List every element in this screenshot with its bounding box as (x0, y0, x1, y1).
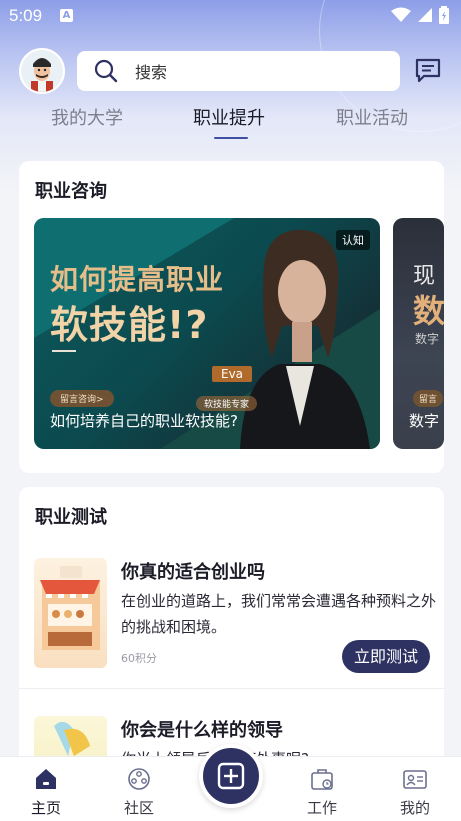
banner-headline-large: 数 (413, 292, 444, 330)
test-title: 你真的适合创业吗 (121, 562, 265, 583)
nav-community[interactable]: 社区 (104, 757, 174, 821)
expert-name: Eva (212, 366, 253, 382)
top-tabs: 我的大学 职业提升 职业活动 (0, 104, 461, 140)
avatar-icon (21, 50, 63, 92)
status-time: 5:09 (9, 6, 43, 25)
test-thumbnail (34, 558, 107, 668)
section-title-tests: 职业测试 (35, 507, 107, 528)
status-icons (391, 6, 449, 24)
test-points: 60积分 (121, 652, 157, 665)
consult-banner-next[interactable]: 现 数 数字 留言 数字 (393, 218, 444, 449)
message-button[interactable] (414, 56, 442, 84)
search-input[interactable]: 搜索 (135, 59, 167, 83)
avatar[interactable] (19, 48, 65, 94)
expert-photo (240, 229, 370, 449)
tab-career-activities[interactable]: 职业活动 (336, 104, 408, 130)
briefcase-icon (311, 769, 333, 790)
nav-label: 主页 (30, 799, 61, 817)
nav-home[interactable]: 主页 (11, 757, 81, 821)
consult-banner[interactable]: 认知 如何提高职业 软技能!? Eva 软技能专家 留言咨询> 如何培养自己的职… (34, 218, 380, 449)
nav-work[interactable]: 工作 (287, 757, 357, 821)
banner-headline-large: 软技能!? (50, 303, 209, 347)
test-description: 在创业的道路上，我们常常会遭遇各种预料之外的挑战和困境。 (121, 592, 437, 636)
community-icon (128, 768, 150, 790)
test-title: 你会是什么样的领导 (121, 720, 283, 741)
banner-divider (52, 350, 76, 352)
status-bar: 5:09 A (0, 0, 461, 32)
banner-caption: 如何培养自己的职业软技能? (50, 412, 238, 430)
section-title-consult: 职业咨询 (35, 181, 107, 202)
battery-icon (439, 6, 449, 24)
home-icon (36, 769, 56, 789)
banner-subtitle: 数字 (415, 332, 440, 346)
nav-label: 社区 (123, 799, 154, 817)
wifi-icon (391, 7, 411, 22)
nav-label: 工作 (306, 799, 337, 817)
nav-profile[interactable]: 我的 (380, 757, 450, 821)
tab-career-boost[interactable]: 职业提升 (193, 104, 265, 130)
test-item[interactable]: 你真的适合创业吗 在创业的道路上，我们常常会遭遇各种预料之外的挑战和困境。 60… (34, 558, 436, 673)
profile-card-icon (403, 770, 427, 789)
category-badge: 认知 (336, 230, 370, 250)
banner-headline: 如何提高职业 (50, 263, 225, 296)
message-icon (415, 58, 441, 83)
tab-my-university[interactable]: 我的大学 (51, 104, 123, 130)
expert-role: 软技能专家 (196, 396, 258, 411)
notification-badge: A (60, 9, 73, 22)
nav-label: 我的 (399, 799, 430, 817)
shop-illustration (40, 566, 100, 650)
signal-icon (418, 8, 432, 22)
search-icon (94, 59, 118, 83)
consult-link[interactable]: 留言咨询> (50, 390, 114, 407)
start-test-button[interactable]: 立即测试 (342, 640, 430, 673)
search-bar[interactable]: 搜索 (77, 51, 400, 91)
consult-link[interactable]: 留言 (413, 390, 444, 407)
banner-caption: 数字 (409, 412, 440, 430)
add-icon (217, 762, 245, 790)
add-button[interactable] (199, 744, 263, 808)
list-divider (19, 688, 444, 689)
active-tab-indicator (214, 137, 248, 139)
